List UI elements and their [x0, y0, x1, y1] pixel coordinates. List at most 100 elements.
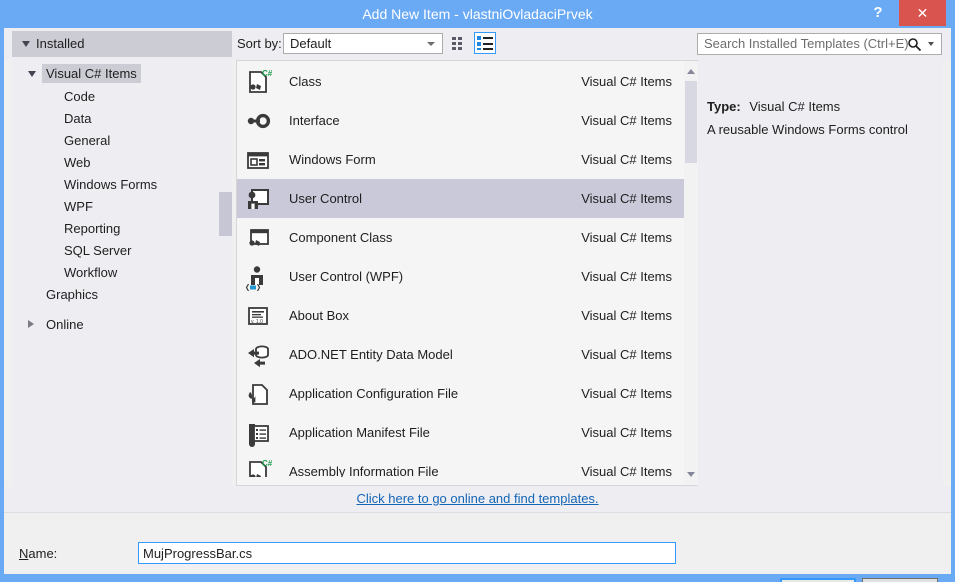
component-class-icon — [244, 224, 272, 252]
tree-item-label: Data — [60, 109, 95, 128]
tree-item-code[interactable]: Code — [12, 87, 99, 106]
template-list-item[interactable]: ADO.NET Entity Data ModelVisual C# Items — [237, 335, 684, 374]
windows-form-icon — [244, 146, 272, 174]
search-placeholder: Search Installed Templates (Ctrl+E) — [704, 34, 909, 54]
tree-item-label: SQL Server — [60, 241, 135, 260]
search-input[interactable]: Search Installed Templates (Ctrl+E) — [697, 33, 942, 55]
template-list-scrollbar[interactable] — [684, 60, 698, 486]
sort-by-label: Sort by: — [237, 28, 282, 60]
template-name: ADO.NET Entity Data Model — [289, 335, 453, 374]
tree-item-label: Visual C# Items — [42, 64, 141, 83]
tree-item-visual-c-items[interactable]: Visual C# Items — [12, 64, 141, 83]
list-view-button[interactable] — [474, 32, 496, 54]
cancel-button[interactable]: Cancel — [862, 578, 938, 582]
template-category: Visual C# Items — [581, 101, 672, 140]
tree-item-label: Graphics — [42, 285, 102, 304]
ado-net-entity-icon — [244, 341, 272, 369]
tree-scrollbar-thumb[interactable] — [219, 192, 232, 236]
name-label: Name: — [19, 546, 57, 561]
detail-type-value: Visual C# Items — [749, 99, 840, 114]
template-list-item[interactable]: Application Manifest File Visual C# Items — [237, 413, 684, 452]
template-category: Visual C# Items — [581, 374, 672, 413]
add-button[interactable]: Add — [780, 578, 856, 582]
template-name: About Box — [289, 296, 349, 335]
template-name: Application Manifest File — [289, 413, 430, 452]
template-name: Class — [289, 62, 322, 101]
dialog-body: Installed Sort by: Default — [4, 28, 951, 574]
detail-type-row: Type: Visual C# Items — [707, 99, 840, 114]
tree-item-label: Web — [60, 153, 95, 172]
template-name: User Control (WPF) — [289, 257, 403, 296]
template-list-item[interactable]: User Control Visual C# Items — [237, 179, 684, 218]
tree-item-label: Online — [42, 315, 88, 334]
tree-item-label: Workflow — [60, 263, 121, 282]
scroll-up-icon[interactable] — [687, 69, 695, 74]
installed-header[interactable]: Installed — [12, 31, 232, 57]
template-name: Component Class — [289, 218, 392, 257]
template-category: Visual C# Items — [581, 140, 672, 179]
template-list-item[interactable]: Interface Visual C# Items — [237, 101, 684, 140]
help-button[interactable]: ? — [861, 0, 895, 26]
detail-type-label: Type: — [707, 99, 741, 114]
tree-item-label: Code — [60, 87, 99, 106]
name-label-accel: N — [19, 546, 28, 561]
installed-templates-tree: Visual C# Items Code Data General Web Windows… — [12, 60, 232, 486]
tree-item-label: WPF — [60, 197, 97, 216]
template-list: C# Class Visual C# Items Interface Visual C#… — [236, 60, 684, 486]
template-category: Visual C# Items — [581, 413, 672, 452]
list-bottom-fade — [237, 477, 684, 485]
app-config-icon — [244, 380, 272, 408]
installed-label: Installed — [36, 31, 84, 57]
template-category: Visual C# Items — [581, 179, 672, 218]
template-list-item[interactable]: Component ClassVisual C# Items — [237, 218, 684, 257]
tree-item-web[interactable]: Web — [12, 153, 95, 172]
chevron-down-icon[interactable] — [928, 42, 934, 46]
template-list-item[interactable]: v. 1.0 About Box Visual C# Items — [237, 296, 684, 335]
tree-item-graphics[interactable]: Graphics — [12, 285, 102, 304]
template-list-scrollbar-thumb[interactable] — [685, 81, 697, 163]
tree-item-reporting[interactable]: Reporting — [12, 219, 124, 238]
tree-item-label: Windows Forms — [60, 175, 161, 194]
chevron-down-icon — [427, 42, 435, 46]
chevron-down-icon[interactable] — [28, 71, 36, 77]
name-input[interactable] — [138, 542, 676, 564]
chevron-down-icon — [22, 41, 30, 47]
tree-item-workflow[interactable]: Workflow — [12, 263, 121, 282]
online-templates-band: Click here to go online and find templat… — [4, 486, 951, 512]
tree-item-label: General — [60, 131, 114, 150]
window-title: Add New Item - vlastniOvladaciPrvek — [0, 0, 955, 28]
template-list-item[interactable]: C#ClassVisual C# Items — [237, 62, 684, 101]
tree-scrollbar[interactable] — [219, 60, 232, 486]
svg-text:C#: C# — [262, 459, 272, 468]
template-name: Interface — [289, 101, 340, 140]
tree-item-online[interactable]: Online — [12, 315, 88, 334]
template-list-item[interactable]: Application Configuration File Visual C# … — [237, 374, 684, 413]
sort-by-value: Default — [290, 34, 331, 53]
sort-by-select[interactable]: Default — [283, 33, 443, 54]
online-templates-link[interactable]: Click here to go online and find templat… — [4, 486, 951, 512]
chevron-right-icon[interactable] — [28, 320, 34, 328]
title-bar: Add New Item - vlastniOvladaciPrvek ? ✕ — [0, 0, 955, 28]
tree-item-general[interactable]: General — [12, 131, 114, 150]
tree-item-sql-server[interactable]: SQL Server — [12, 241, 135, 260]
template-name: Application Configuration File — [289, 374, 458, 413]
tiles-view-button[interactable] — [448, 32, 470, 54]
scroll-down-icon[interactable] — [687, 472, 695, 477]
close-button[interactable]: ✕ — [899, 0, 946, 26]
tree-item-windows-forms[interactable]: Windows Forms — [12, 175, 161, 194]
class-icon: C# — [244, 68, 272, 96]
template-details-panel: Type: Visual C# Items A reusable Windows… — [698, 60, 943, 486]
tree-item-label: Reporting — [60, 219, 124, 238]
name-band: Name: Add Cancel — [4, 512, 951, 574]
template-name: User Control — [289, 179, 362, 218]
svg-text:C#: C# — [262, 69, 272, 78]
template-list-item[interactable]: User Control (WPF)Visual C# Items — [237, 257, 684, 296]
toolbar: Installed Sort by: Default — [4, 28, 951, 60]
template-category: Visual C# Items — [581, 296, 672, 335]
tree-item-data[interactable]: Data — [12, 109, 95, 128]
user-control-icon — [244, 185, 272, 213]
app-manifest-icon — [244, 419, 272, 447]
tree-item-wpf[interactable]: WPF — [12, 197, 97, 216]
about-box-icon: v. 1.0 — [244, 302, 272, 330]
template-list-item[interactable]: Windows FormVisual C# Items — [237, 140, 684, 179]
